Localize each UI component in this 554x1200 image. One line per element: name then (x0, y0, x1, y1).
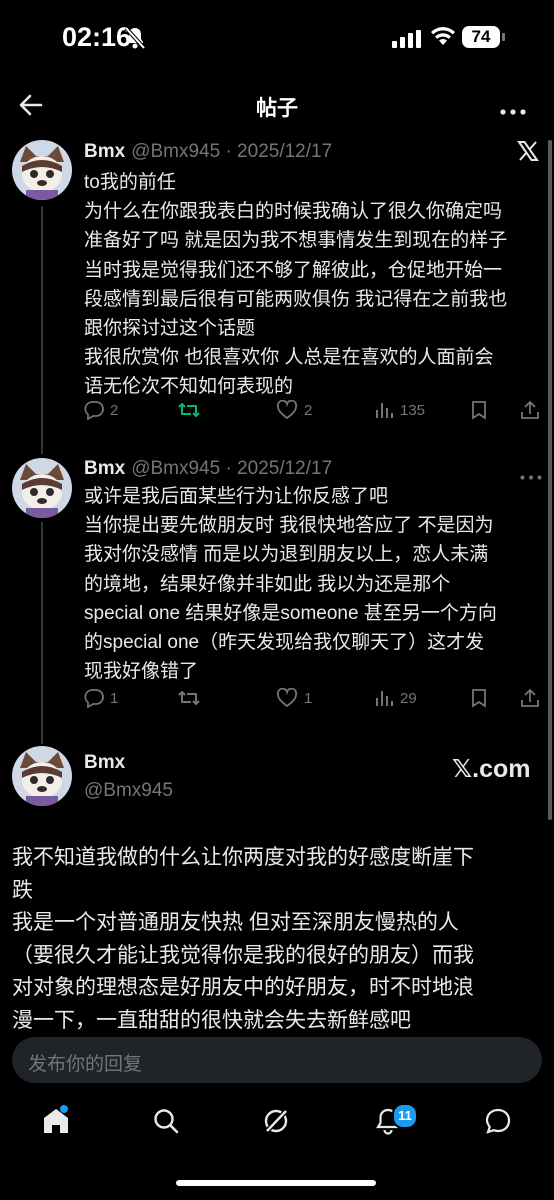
heart-icon (276, 400, 298, 420)
wifi-icon (430, 26, 456, 51)
tweet-header: Bmx @Bmx945 · 2025/12/17 (84, 458, 332, 480)
home-indicator[interactable] (176, 1180, 376, 1186)
tweet-header: Bmx @Bmx945 · 2025/12/17 (84, 141, 332, 163)
like-button[interactable]: 2 (276, 400, 312, 420)
reply-icon (84, 689, 104, 708)
search-icon[interactable] (152, 1107, 180, 1140)
bookmark-icon (472, 689, 486, 708)
card-author-name: Bmx (84, 752, 126, 773)
tweet-text: to我的前任 为什么在你跟我表白的时候我确认了很久你确定吗 准备好了吗 就是因为… (84, 172, 508, 398)
page-title: 帖子 (256, 97, 298, 120)
reply-count: 1 (110, 689, 119, 707)
author-handle-date: @Bmx945 · 2025/12/17 (131, 458, 333, 479)
bottom-nav (0, 1095, 554, 1155)
scrollbar[interactable] (548, 140, 552, 820)
notifications-badge: 11 (392, 1103, 418, 1129)
messages-icon[interactable] (484, 1107, 512, 1140)
share-icon (521, 400, 539, 419)
share-button[interactable] (520, 688, 546, 708)
view-count: 135 (400, 401, 426, 419)
battery-indicator: 74 (462, 26, 500, 48)
card-author-handle: @Bmx945 (84, 780, 173, 801)
reply-count: 2 (110, 401, 119, 419)
share-button[interactable] (520, 400, 546, 420)
share-icon (521, 688, 539, 707)
tweet-actions: 2 2 135 (84, 400, 544, 430)
battery-nub (502, 33, 505, 41)
views-icon (376, 403, 393, 418)
repost-button[interactable] (178, 688, 206, 708)
heart-icon (276, 688, 298, 708)
avatar[interactable] (12, 746, 72, 806)
repost-icon (178, 691, 200, 705)
card-text: 我不知道我做的什么让你两度对我的好感度断崖下 跌 我是一个对普通朋友快热 但对至… (12, 846, 474, 1032)
author-handle-date: @Bmx945 · 2025/12/17 (131, 141, 333, 162)
views-button[interactable]: 29 (374, 688, 417, 708)
tweet-actions: 1 1 29 (84, 688, 544, 718)
top-bar: 帖子 (0, 80, 554, 130)
tweet-text: 或许是我后面某些行为让你反感了吧 当你提出要先做朋友时 我很快地答应了 不是因为… (84, 486, 497, 683)
cellular-signal-icon (392, 30, 422, 53)
x-com-brand: 𝕏.com (452, 755, 531, 783)
bookmark-icon (472, 401, 486, 420)
more-options-icon[interactable] (500, 102, 526, 120)
thread-connector-line (41, 522, 43, 744)
reply-input[interactable]: 发布你的回复 (12, 1037, 542, 1083)
like-count: 2 (304, 401, 313, 419)
like-count: 1 (304, 689, 313, 707)
author-name[interactable]: Bmx (84, 141, 125, 162)
x-logo-icon (517, 140, 539, 167)
status-bar: 02:16 74 (0, 0, 554, 76)
grok-icon[interactable] (262, 1107, 290, 1140)
like-button[interactable]: 1 (276, 688, 312, 708)
bell-muted-icon (124, 26, 146, 55)
avatar[interactable] (12, 458, 72, 518)
views-button[interactable]: 135 (374, 400, 425, 420)
thread-connector-line (41, 206, 43, 454)
status-time: 02:16 (62, 22, 132, 52)
bookmark-button[interactable] (470, 400, 494, 420)
repost-icon (178, 403, 200, 417)
reply-placeholder: 发布你的回复 (28, 1054, 143, 1075)
avatar[interactable] (12, 140, 72, 200)
author-name[interactable]: Bmx (84, 458, 125, 479)
bookmark-button[interactable] (470, 688, 494, 708)
reply-icon (84, 401, 104, 420)
home-unread-dot (60, 1105, 68, 1113)
repost-button[interactable] (178, 400, 206, 420)
reply-button[interactable]: 1 (84, 688, 118, 708)
reply-button[interactable]: 2 (84, 400, 118, 420)
views-icon (376, 691, 393, 706)
view-count: 29 (400, 689, 417, 707)
